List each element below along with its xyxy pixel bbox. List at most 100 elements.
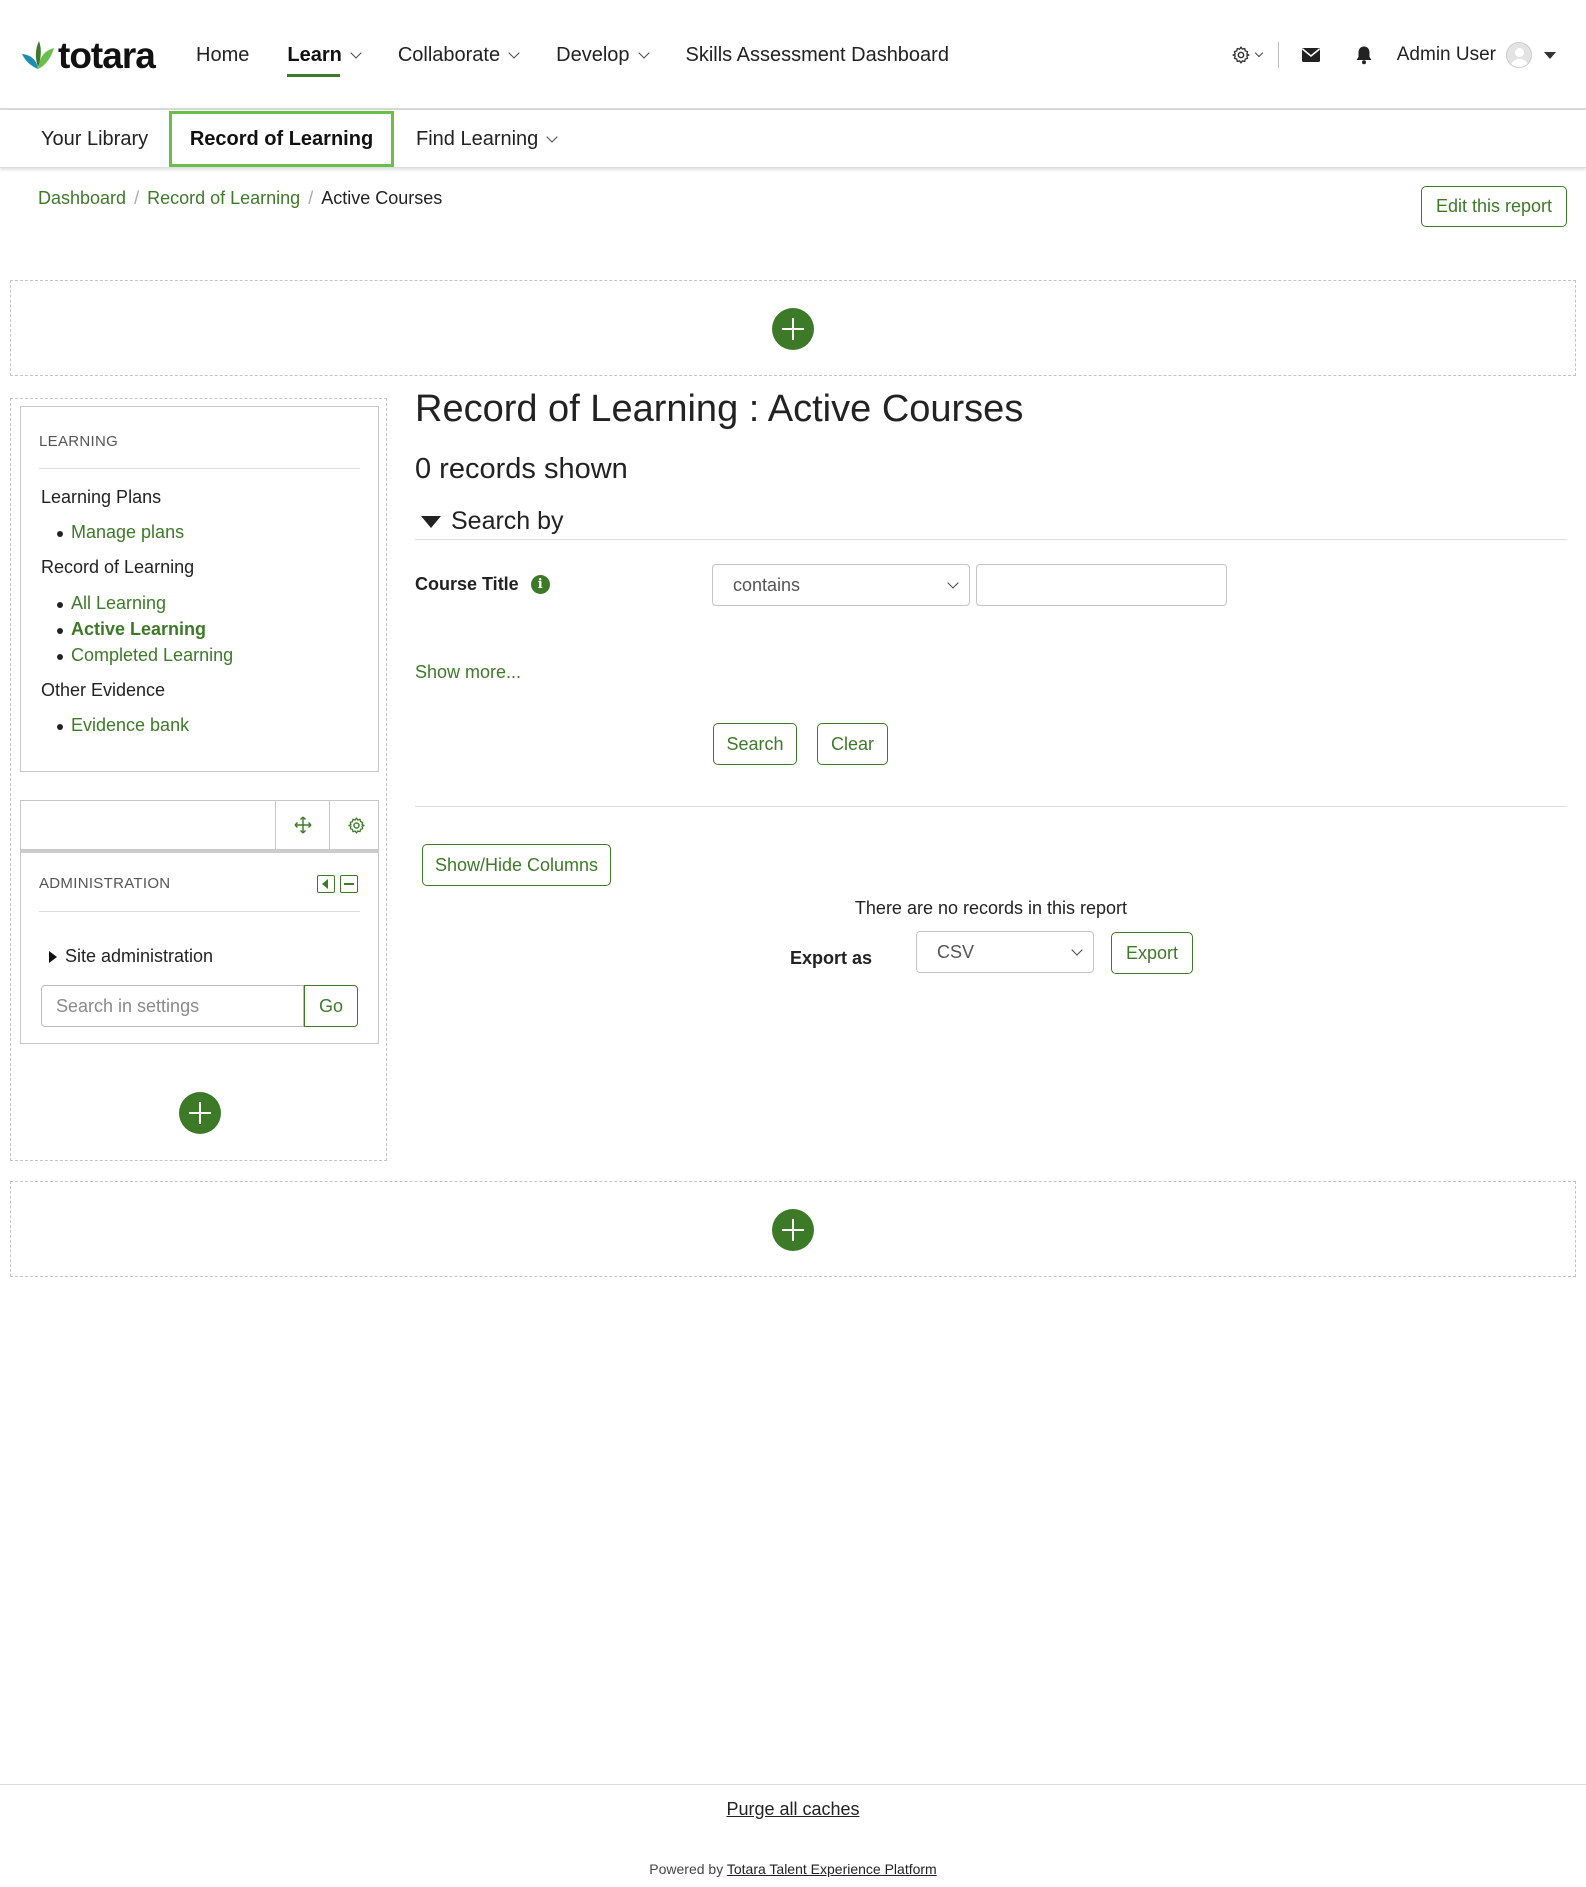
minus-icon (344, 883, 354, 885)
info-icon[interactable]: i (530, 575, 550, 594)
administration-block-title: ADMINISTRATION (39, 875, 171, 892)
menu-link-evidence-bank[interactable]: Evidence bank (56, 715, 189, 736)
totara-leaf-icon (22, 41, 54, 69)
show-more-link[interactable]: Show more... (415, 662, 521, 683)
clear-button[interactable]: Clear (817, 723, 888, 765)
caret-down-icon[interactable] (1544, 51, 1556, 59)
chevron-down-icon (1254, 48, 1263, 57)
avatar[interactable] (1506, 42, 1532, 68)
chevron-down-icon (508, 46, 520, 59)
expand-arrow-icon (49, 950, 57, 963)
tab-find-learning-label: Find Learning (416, 127, 539, 150)
search-by-toggle[interactable]: Search by (415, 504, 1567, 540)
add-block-button[interactable] (772, 308, 814, 350)
bell-icon (1356, 46, 1372, 65)
user-tools: Admin User (1231, 0, 1586, 110)
menu-link-all-learning[interactable]: All Learning (56, 593, 166, 614)
course-title-input[interactable] (976, 564, 1227, 606)
totara-platform-link[interactable]: Totara Talent Experience Platform (727, 1861, 937, 1877)
bottom-block-region (10, 1181, 1576, 1277)
edit-report-button[interactable]: Edit this report (1421, 186, 1567, 227)
top-block-region (10, 280, 1576, 376)
nav-collaborate-label: Collaborate (397, 43, 501, 66)
purge-all-caches-link[interactable]: Purge all caches (726, 1799, 859, 1819)
administration-block: ADMINISTRATION Site administration Go (20, 850, 379, 1044)
divider (39, 468, 360, 469)
totara-logo[interactable]: totara (20, 35, 156, 76)
course-title-label: Course Title (415, 574, 519, 594)
move-icon (294, 816, 311, 834)
tab-your-library[interactable]: Your Library (41, 110, 148, 168)
nav-develop-label: Develop (556, 43, 630, 66)
breadcrumb-separator: / (134, 188, 140, 208)
side-block-region: LEARNING Learning Plans Manage plans Rec… (10, 398, 387, 1161)
dock-icon (322, 879, 328, 889)
nav-collaborate[interactable]: Collaborate (397, 37, 520, 73)
dock-block-button[interactable] (317, 875, 335, 893)
sub-navigation: Your Library Record of Learning Find Lea… (0, 110, 1586, 168)
tab-find-learning[interactable]: Find Learning (416, 110, 558, 168)
block-controls (312, 875, 358, 893)
block-settings-button[interactable] (329, 801, 383, 849)
nav-learn[interactable]: Learn (287, 37, 362, 77)
export-format-value: CSV (937, 941, 975, 962)
records-count: 0 records shown (415, 453, 628, 485)
search-button[interactable]: Search (713, 723, 797, 765)
gear-icon (1232, 46, 1250, 64)
powered-by-prefix: Powered by (649, 1861, 724, 1877)
export-format-select[interactable]: CSV (916, 931, 1094, 973)
collapse-arrow-icon (421, 515, 441, 528)
add-block-button[interactable] (179, 1092, 221, 1134)
envelope-icon (1301, 48, 1320, 62)
move-block-button[interactable] (275, 801, 329, 849)
search-by-label: Search by (451, 507, 564, 535)
show-hide-columns-button[interactable]: Show/Hide Columns (422, 844, 611, 886)
user-name[interactable]: Admin User (1397, 44, 1496, 66)
menu-link-completed-learning[interactable]: Completed Learning (56, 645, 233, 666)
page-title: Record of Learning : Active Courses (415, 388, 1024, 430)
divider (1277, 42, 1279, 68)
powered-by: Powered by Totara Talent Experience Plat… (0, 1861, 1586, 1877)
export-as-label: Export as (790, 948, 873, 968)
search-in-settings-input[interactable] (41, 985, 304, 1027)
nav-develop[interactable]: Develop (556, 37, 650, 73)
tab-record-of-learning[interactable]: Record of Learning (169, 111, 394, 167)
menu-link-active-learning[interactable]: Active Learning (56, 619, 206, 640)
course-title-filter-label: Course Title i (415, 574, 550, 595)
messages-button[interactable] (1301, 35, 1321, 75)
no-records-message: There are no records in this report (854, 898, 1128, 918)
breadcrumb-dashboard[interactable]: Dashboard (38, 188, 126, 209)
nav-home[interactable]: Home (196, 37, 249, 73)
breadcrumb: Dashboard / Record of Learning / Active … (38, 188, 442, 209)
nav-skills-assessment-dashboard[interactable]: Skills Assessment Dashboard (686, 37, 949, 73)
page-footer: Purge all caches Powered by Totara Talen… (0, 1784, 1586, 1887)
notifications-button[interactable] (1355, 35, 1373, 75)
menu-heading-learning-plans: Learning Plans (41, 487, 162, 507)
collapse-block-button[interactable] (340, 875, 358, 893)
nav-home-label: Home (196, 43, 250, 66)
site-administration-node[interactable]: Site administration (49, 946, 213, 967)
breadcrumb-current: Active Courses (321, 188, 443, 208)
site-administration-label: Site administration (65, 946, 214, 966)
learning-block-title: LEARNING (39, 433, 119, 450)
export-button[interactable]: Export (1111, 932, 1193, 974)
go-button[interactable]: Go (304, 985, 358, 1027)
nav-skills-label: Skills Assessment Dashboard (685, 43, 949, 66)
chevron-down-icon (1071, 944, 1083, 956)
menu-heading-other-evidence: Other Evidence (41, 680, 166, 700)
tab-record-of-learning-label: Record of Learning (189, 127, 374, 150)
top-navigation: totara Home Learn Collaborate Develop Sk… (0, 0, 1586, 110)
divider (39, 911, 360, 912)
menu-heading-record-of-learning: Record of Learning (41, 557, 195, 577)
breadcrumb-separator: / (308, 188, 314, 208)
chevron-down-icon (637, 46, 650, 59)
settings-menu-button[interactable] (1231, 35, 1263, 75)
breadcrumb-record-of-learning[interactable]: Record of Learning (147, 188, 300, 209)
filter-operator-select[interactable]: contains (712, 564, 970, 606)
tab-your-library-label: Your Library (41, 127, 149, 150)
menu-link-manage-plans[interactable]: Manage plans (56, 522, 184, 543)
add-block-button[interactable] (772, 1209, 814, 1251)
learning-block: LEARNING Learning Plans Manage plans Rec… (20, 406, 379, 772)
logo-wordmark: totara (58, 35, 156, 76)
main-menu: Home Learn Collaborate Develop Skills As… (196, 0, 987, 110)
